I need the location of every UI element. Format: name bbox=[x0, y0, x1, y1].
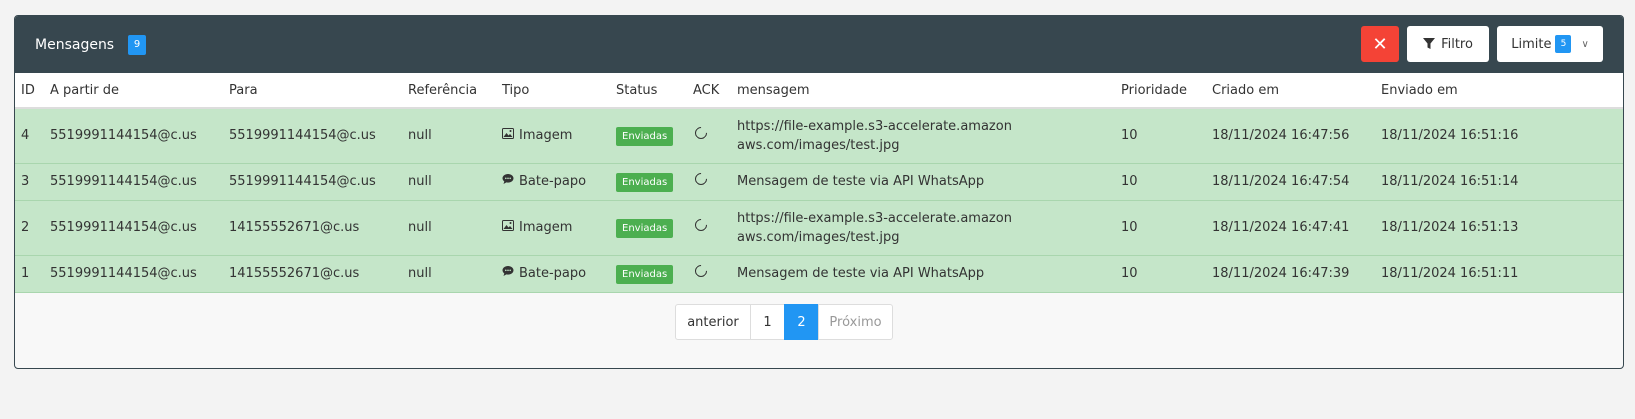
column-header-reference[interactable]: Referência bbox=[402, 73, 496, 108]
cell-reference: null bbox=[408, 220, 432, 235]
cell-message: https://file-example.s3-accelerate.amazo… bbox=[737, 118, 1012, 153]
header-actions: ✕ Filtro Limite 5 ∨ bbox=[1361, 26, 1603, 62]
cell-status: Enviadas bbox=[610, 200, 687, 255]
table-row[interactable]: 1 5519991144154@c.us 14155552671@c.us nu… bbox=[15, 255, 1623, 292]
cell-priority: 10 bbox=[1121, 220, 1138, 235]
cell-to: 5519991144154@c.us bbox=[229, 174, 376, 189]
cell-id: 3 bbox=[21, 174, 30, 189]
cell-reference: null bbox=[408, 266, 432, 281]
cell-id: 4 bbox=[21, 128, 30, 144]
ack-pending-icon bbox=[692, 262, 710, 280]
cell-type: Bate-papo bbox=[496, 163, 610, 200]
panel-header: Mensagens 9 ✕ Filtro Limite 5 ∨ bbox=[15, 16, 1623, 73]
cell-sent: 18/11/2024 16:51:14 bbox=[1381, 174, 1519, 189]
cell-sent: 18/11/2024 16:51:11 bbox=[1381, 266, 1519, 281]
cell-ack bbox=[687, 255, 731, 292]
cell-ack bbox=[687, 163, 731, 200]
cell-type: Imagem bbox=[496, 108, 610, 163]
column-header-from[interactable]: A partir de bbox=[44, 73, 223, 108]
pagination: anterior 1 2 Próximo bbox=[675, 304, 893, 340]
column-header-id[interactable]: ID bbox=[15, 73, 44, 108]
cell-created: 18/11/2024 16:47:39 bbox=[1212, 266, 1350, 281]
column-header-to[interactable]: Para bbox=[223, 73, 402, 108]
count-badge: 9 bbox=[128, 34, 147, 55]
close-icon: ✕ bbox=[1372, 33, 1388, 55]
type-label: Bate-papo bbox=[519, 174, 587, 189]
cell-from: 5519991144154@c.us bbox=[50, 174, 197, 189]
filter-icon bbox=[1423, 38, 1436, 49]
cell-created: 18/11/2024 16:47:56 bbox=[1212, 128, 1350, 144]
table-row[interactable]: 3 5519991144154@c.us 5519991144154@c.us … bbox=[15, 163, 1623, 200]
page-title: Mensagens bbox=[35, 36, 115, 53]
table-row[interactable]: 2 5519991144154@c.us 14155552671@c.us nu… bbox=[15, 200, 1623, 255]
cell-ack bbox=[687, 108, 731, 163]
filter-button[interactable]: Filtro bbox=[1407, 26, 1489, 62]
cell-message: Mensagem de teste via API WhatsApp bbox=[737, 266, 985, 281]
table-row[interactable]: 4 5519991144154@c.us 5519991144154@c.us … bbox=[15, 108, 1623, 163]
type-label: Imagem bbox=[519, 128, 573, 144]
type-label: Bate-papo bbox=[519, 266, 587, 281]
pagination-previous-button[interactable]: anterior bbox=[675, 304, 751, 340]
column-header-ack[interactable]: ACK bbox=[687, 73, 731, 108]
status-badge: Enviadas bbox=[616, 264, 674, 284]
cell-status: Enviadas bbox=[610, 163, 687, 200]
cell-to: 5519991144154@c.us bbox=[229, 128, 376, 144]
status-badge: Enviadas bbox=[616, 218, 674, 238]
cell-from: 5519991144154@c.us bbox=[50, 220, 197, 235]
column-header-status[interactable]: Status bbox=[610, 73, 687, 108]
cell-ack bbox=[687, 200, 731, 255]
column-header-created[interactable]: Criado em bbox=[1206, 73, 1375, 108]
cell-priority: 10 bbox=[1121, 266, 1138, 281]
cell-from: 5519991144154@c.us bbox=[50, 266, 197, 281]
limit-value-badge: 5 bbox=[1555, 35, 1572, 53]
image-icon bbox=[502, 126, 515, 145]
image-icon bbox=[502, 218, 515, 237]
column-header-message[interactable]: mensagem bbox=[731, 73, 1115, 108]
cell-sent: 18/11/2024 16:51:13 bbox=[1381, 220, 1519, 235]
cell-to: 14155552671@c.us bbox=[229, 220, 360, 235]
cell-from: 5519991144154@c.us bbox=[50, 128, 197, 144]
cell-message: Mensagem de teste via API WhatsApp bbox=[737, 174, 985, 189]
cell-type: Imagem bbox=[496, 200, 610, 255]
messages-table: ID A partir de Para Referência Tipo Stat… bbox=[15, 73, 1623, 293]
pagination-page-2[interactable]: 2 bbox=[784, 304, 819, 340]
ack-pending-icon bbox=[692, 170, 710, 188]
cell-id: 1 bbox=[21, 266, 30, 281]
column-header-sent[interactable]: Enviado em bbox=[1375, 73, 1623, 108]
ack-pending-icon bbox=[692, 216, 710, 234]
column-header-type[interactable]: Tipo bbox=[496, 73, 610, 108]
column-header-priority[interactable]: Prioridade bbox=[1115, 73, 1206, 108]
limit-label: Limite bbox=[1511, 36, 1552, 52]
cell-to: 14155552671@c.us bbox=[229, 266, 360, 281]
clear-filter-button[interactable]: ✕ bbox=[1361, 26, 1399, 62]
cell-priority: 10 bbox=[1121, 174, 1138, 189]
pagination-next-button[interactable]: Próximo bbox=[818, 304, 893, 340]
filter-label: Filtro bbox=[1441, 36, 1473, 52]
messages-panel: Mensagens 9 ✕ Filtro Limite 5 ∨ ID A par… bbox=[14, 15, 1624, 369]
chat-icon bbox=[502, 264, 515, 283]
cell-reference: null bbox=[408, 174, 432, 189]
table-header-row: ID A partir de Para Referência Tipo Stat… bbox=[15, 73, 1623, 108]
status-badge: Enviadas bbox=[616, 126, 674, 146]
cell-status: Enviadas bbox=[610, 108, 687, 163]
type-label: Imagem bbox=[519, 220, 573, 235]
limit-dropdown[interactable]: Limite 5 ∨ bbox=[1497, 26, 1603, 62]
ack-pending-icon bbox=[692, 124, 710, 142]
cell-type: Bate-papo bbox=[496, 255, 610, 292]
cell-sent: 18/11/2024 16:51:16 bbox=[1381, 128, 1519, 144]
cell-reference: null bbox=[408, 128, 432, 144]
pagination-page-1[interactable]: 1 bbox=[750, 304, 785, 340]
cell-status: Enviadas bbox=[610, 255, 687, 292]
status-badge: Enviadas bbox=[616, 172, 674, 192]
cell-message: https://file-example.s3-accelerate.amazo… bbox=[737, 210, 1012, 245]
chat-icon bbox=[502, 172, 515, 191]
cell-priority: 10 bbox=[1121, 128, 1138, 144]
cell-id: 2 bbox=[21, 220, 30, 235]
cell-created: 18/11/2024 16:47:41 bbox=[1212, 220, 1350, 235]
chevron-down-icon: ∨ bbox=[1581, 38, 1589, 50]
cell-created: 18/11/2024 16:47:54 bbox=[1212, 174, 1350, 189]
